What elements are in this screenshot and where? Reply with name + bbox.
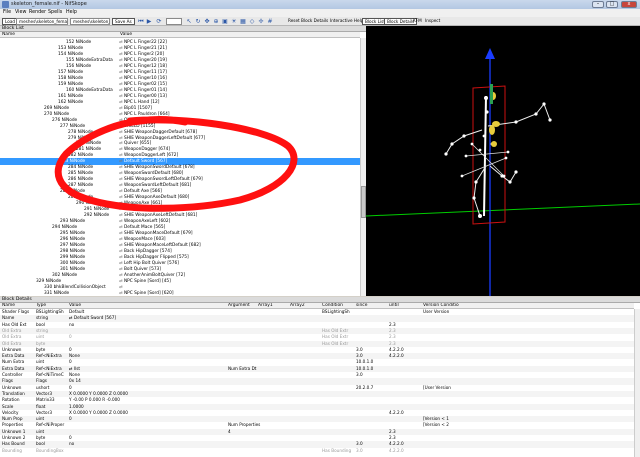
details-row[interactable]: Bounding BoundingBox Has Bounding 3.0 4.2.2.… <box>0 448 634 454</box>
rotate-icon[interactable]: ↻ <box>195 18 201 25</box>
menu-view[interactable]: View <box>15 10 26 15</box>
zoom-icon[interactable]: ⊕ <box>213 18 219 25</box>
tree-row[interactable]: 331 NiNode NPC Spine [Sord] [620] <box>0 290 360 296</box>
load-path-field[interactable]: meshes\skeleton_female.nif <box>16 18 68 25</box>
bone-joints <box>444 96 552 218</box>
pointer-icon[interactable]: ↖ <box>186 18 192 25</box>
menu-spells[interactable]: Spells <box>48 10 62 15</box>
axes-icon[interactable]: ✢ <box>258 18 264 25</box>
save-path-field[interactable]: meshes\skeleton_female.nif <box>70 18 110 25</box>
tree-row-value: NPC Spine [Sord] [620] <box>119 290 174 296</box>
interactive-help-button[interactable]: Interactive Help <box>330 18 363 25</box>
loop-icon[interactable]: ⟳ <box>156 18 162 25</box>
details-scrollbar[interactable] <box>634 309 640 457</box>
minimize-button[interactable]: – <box>592 1 604 8</box>
details-cell-since: 3.0 <box>356 447 363 453</box>
play-icon[interactable]: ▶ <box>146 18 152 25</box>
col-value-header[interactable]: Value <box>118 32 360 38</box>
menu-file[interactable]: File <box>3 10 11 15</box>
save-as-button[interactable]: Save As <box>112 18 135 25</box>
menu-help[interactable]: Help <box>66 10 77 15</box>
tree-row-name: 331 NiNode <box>44 290 70 296</box>
toolbar: Load meshes\skeleton_female.nif meshes\s… <box>0 17 640 26</box>
block-list-title: Block List <box>2 26 24 31</box>
title-bar: skeleton_female.nif - NifSkope – □ x <box>0 0 640 9</box>
x-axis-line <box>366 203 640 217</box>
rewind-icon[interactable]: ⏮ <box>138 18 144 25</box>
inspect-toggle[interactable]: Inspect <box>425 18 440 25</box>
right-leg-bones <box>489 165 517 183</box>
menu-bar: File View Render Spells Help <box>0 9 640 17</box>
camera-icon[interactable]: ▣ <box>222 18 228 25</box>
texture-icon[interactable]: ▦ <box>240 18 246 25</box>
left-arm-bones <box>445 129 483 155</box>
grid-icon[interactable]: # <box>267 18 273 25</box>
col-name-header[interactable]: Name <box>0 32 118 38</box>
app-icon <box>2 1 9 8</box>
reset-block-details-button[interactable]: Reset Block Details <box>288 18 328 25</box>
pan-icon[interactable]: ✥ <box>204 18 210 25</box>
maximize-button[interactable]: □ <box>606 1 618 8</box>
window-title: skeleton_female.nif - NifSkope <box>11 1 87 7</box>
details-cell-name: Bounding <box>2 447 22 453</box>
wireframe-icon[interactable]: ◇ <box>249 18 255 25</box>
details-cell-type: BoundingBox <box>36 447 64 453</box>
selected-bone-gizmo <box>490 84 493 104</box>
z-axis-arrow <box>485 48 495 59</box>
details-cell-until: 4.2.2.0 <box>389 447 404 453</box>
skeleton-render <box>366 48 640 296</box>
time-field[interactable] <box>166 18 182 25</box>
block-details-title: Block Details <box>2 297 32 302</box>
lighting-icon[interactable]: ☀ <box>231 18 237 25</box>
weapon-node-lines <box>465 151 509 157</box>
block-list-tree[interactable]: Name Value 152 NiNodeNPC L Finger22 [22]… <box>0 32 366 296</box>
details-cell-cond: Has Bounding <box>322 447 352 453</box>
close-button[interactable]: x <box>621 1 637 8</box>
render-viewport[interactable] <box>366 26 640 296</box>
menu-render[interactable]: Render <box>29 10 46 15</box>
kfm-toggle[interactable]: KFM <box>413 18 422 25</box>
block-details-table[interactable]: Name Type Value Argument Array1 Array2 C… <box>0 303 640 457</box>
